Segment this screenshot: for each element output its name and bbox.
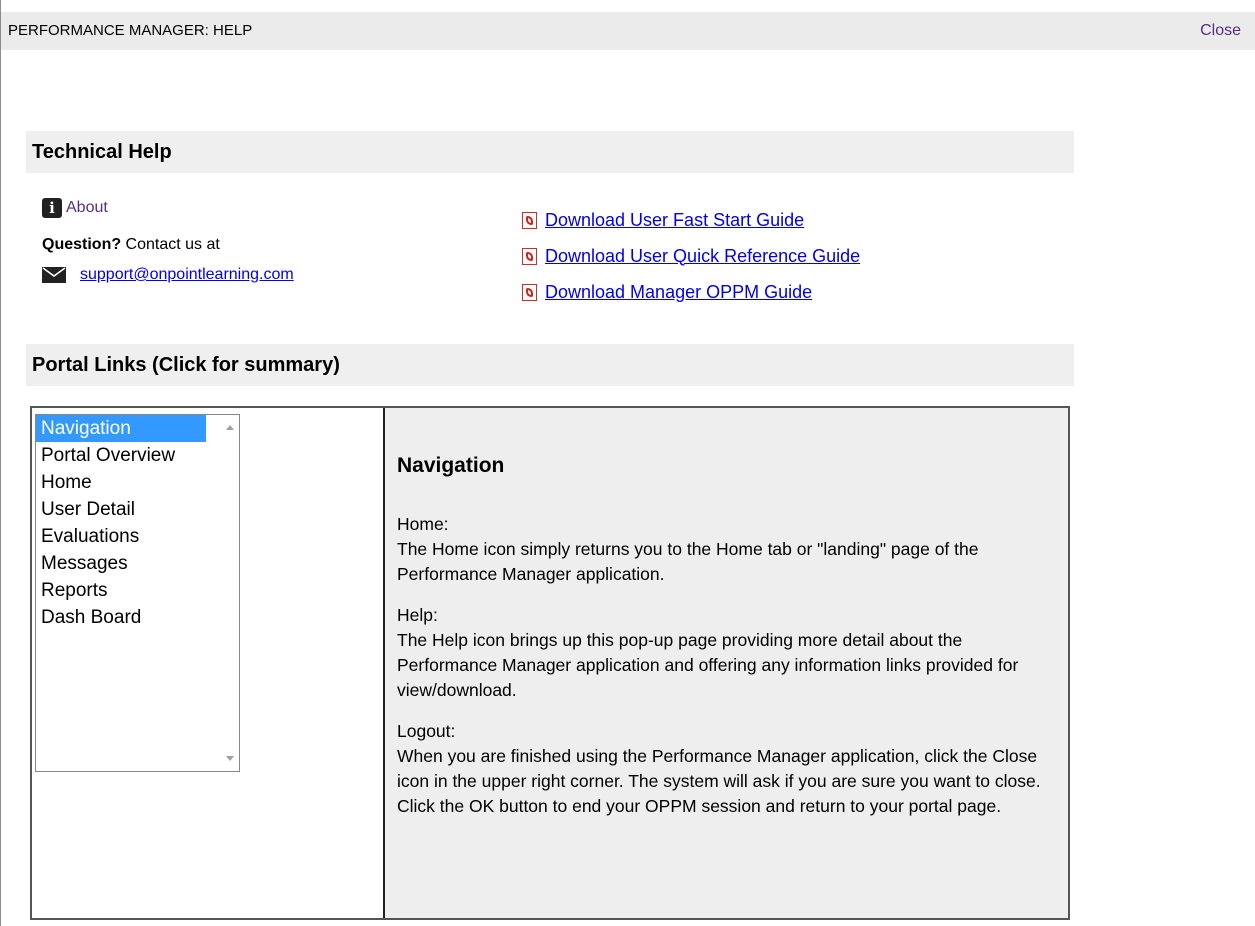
list-item[interactable]: Reports [36,577,206,604]
technical-help-heading: Technical Help [32,141,172,163]
close-link[interactable]: Close [1200,22,1241,40]
download-fast-start-link[interactable]: Download User Fast Start Guide [545,210,804,231]
download-quick-reference-link[interactable]: Download User Quick Reference Guide [545,246,860,267]
download-row: Download User Quick Reference Guide [522,238,860,274]
download-links: Download User Fast Start Guide Download … [522,202,860,310]
list-item[interactable]: Messages [36,550,206,577]
title-bar: PERFORMANCE MANAGER: HELP Close [1,12,1255,50]
scroll-down-icon[interactable] [226,756,234,761]
portal-links-listbox[interactable]: Navigation Portal Overview Home User Det… [35,414,240,772]
list-item[interactable]: Navigation [36,415,206,442]
portal-links-panel: Navigation Portal Overview Home User Det… [30,406,1070,920]
window-title: PERFORMANCE MANAGER: HELP [8,22,253,39]
list-item[interactable]: User Detail [36,496,206,523]
list-item[interactable]: Evaluations [36,523,206,550]
portal-links-heading: Portal Links (Click for summary) [32,354,340,376]
info-icon[interactable]: i [42,198,62,218]
technical-help-header: Technical Help [26,131,1074,173]
download-row: Download Manager OPPM Guide [522,274,860,310]
pdf-icon [522,283,537,301]
help-window: PERFORMANCE MANAGER: HELP Close Technica… [0,0,1255,926]
listbox-scrollbar[interactable] [221,415,239,771]
support-email-link[interactable]: support@onpointlearning.com [80,266,294,284]
window-left-border [0,0,1,926]
scroll-up-icon[interactable] [226,425,234,430]
portal-links-header: Portal Links (Click for summary) [26,344,1074,386]
about-row: i About [42,198,108,218]
summary-pane: Navigation Home: The Home icon simply re… [385,408,1068,918]
summary-title: Navigation [397,454,505,477]
question-text: Contact us at [121,236,220,253]
pdf-icon [522,211,537,229]
contact-question: Question? Contact us at [42,236,220,254]
question-bold: Question? [42,236,122,253]
summary-body: Home: The Home icon simply returns you t… [397,512,1062,835]
summary-paragraph-logout: Logout: When you are finished using the … [397,721,1041,816]
summary-paragraph-home: Home: The Home icon simply returns you t… [397,514,979,584]
list-item[interactable]: Dash Board [36,604,206,631]
list-item[interactable]: Portal Overview [36,442,206,469]
download-row: Download User Fast Start Guide [522,202,860,238]
download-manager-guide-link[interactable]: Download Manager OPPM Guide [545,282,812,303]
pdf-icon [522,247,537,265]
mail-icon [42,267,66,283]
summary-paragraph-help: Help: The Help icon brings up this pop-u… [397,605,1019,700]
email-row: support@onpointlearning.com [42,266,294,284]
about-link[interactable]: About [66,199,108,217]
list-item[interactable]: Home [36,469,206,496]
